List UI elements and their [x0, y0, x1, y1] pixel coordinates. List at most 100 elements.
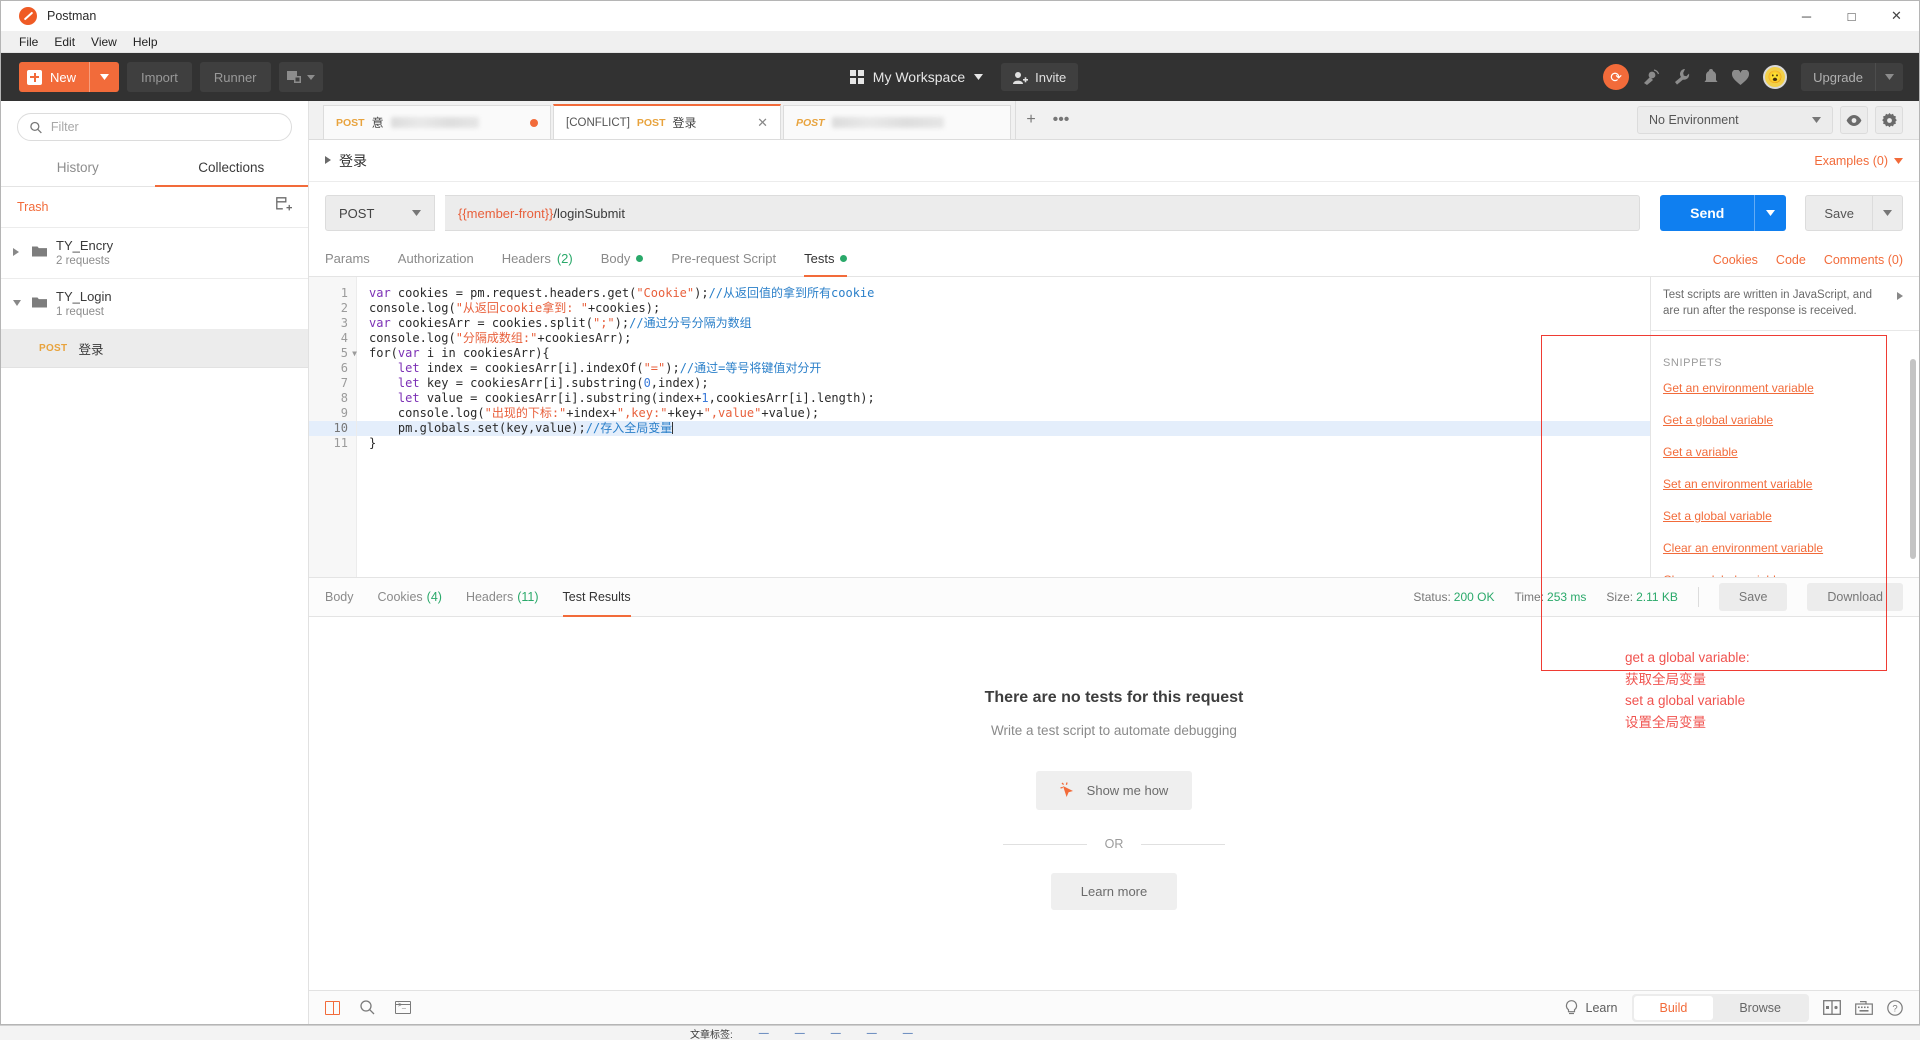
response-tab-headers[interactable]: Headers (11) — [466, 578, 539, 617]
tab-more-button[interactable]: ••• — [1046, 101, 1076, 139]
snippet-clear-an-environment-variable[interactable]: Clear an environment variable — [1663, 541, 1903, 555]
runner-button[interactable]: Runner — [199, 62, 271, 92]
tab-params[interactable]: Params — [325, 243, 370, 277]
snippet-set-a-global-variable[interactable]: Set a global variable — [1663, 509, 1903, 523]
maximize-button[interactable]: □ — [1829, 1, 1874, 31]
response-download-button[interactable]: Download — [1807, 583, 1903, 611]
examples-dropdown[interactable]: Examples (0) — [1814, 154, 1903, 168]
save-button[interactable]: Save — [1805, 195, 1873, 231]
chevron-right-icon[interactable] — [325, 156, 331, 166]
folder-icon — [32, 296, 47, 311]
comments-link[interactable]: Comments (0) — [1824, 253, 1903, 267]
snippets-scrollbar[interactable] — [1910, 359, 1916, 559]
menu-view[interactable]: View — [83, 33, 125, 51]
filter-input[interactable] — [50, 120, 279, 134]
environment-area: No Environment — [1637, 101, 1919, 139]
response-save-button[interactable]: Save — [1718, 583, 1788, 611]
new-button[interactable]: New — [19, 62, 120, 92]
sidebar-tab-history[interactable]: History — [1, 151, 155, 187]
sidebar-toggle-icon[interactable] — [325, 1000, 340, 1015]
green-dot-icon — [636, 255, 644, 262]
show-me-how-button[interactable]: Show me how — [1035, 771, 1193, 810]
menu-file[interactable]: File — [11, 33, 46, 51]
tab-tests[interactable]: Tests — [804, 243, 848, 277]
satellite-icon[interactable] — [1643, 69, 1660, 85]
new-tab-button[interactable]: + — [1016, 101, 1046, 139]
new-window-button[interactable] — [278, 62, 323, 92]
snippet-get-a-variable[interactable]: Get a variable — [1663, 445, 1903, 459]
postman-logo-icon — [19, 7, 37, 25]
close-button[interactable]: ✕ — [1874, 1, 1919, 31]
request-tab-3[interactable]: POST — [783, 105, 1011, 139]
send-button[interactable]: Send — [1660, 195, 1755, 231]
two-pane-icon[interactable] — [1823, 1000, 1841, 1015]
cookies-link[interactable]: Cookies — [1713, 253, 1758, 267]
learn-more-button[interactable]: Learn more — [1050, 873, 1178, 910]
background-cell: — — [758, 1027, 769, 1039]
import-button[interactable]: Import — [127, 62, 192, 92]
avatar[interactable]: 😮 — [1763, 65, 1788, 89]
url-input[interactable]: {{member-front}}/loginSubmit — [445, 195, 1641, 231]
menu-help[interactable]: Help — [125, 33, 166, 51]
sync-icon[interactable]: ⟳ — [1603, 64, 1630, 90]
menu-edit[interactable]: Edit — [46, 33, 83, 51]
plus-icon — [27, 69, 42, 85]
sidebar-tab-collections[interactable]: Collections — [154, 151, 308, 187]
tab-authorization[interactable]: Authorization — [398, 243, 474, 277]
bell-icon[interactable] — [1704, 69, 1718, 85]
help-icon[interactable]: ? — [1887, 999, 1903, 1016]
snippet-clear-a-global-variable[interactable]: Clear a global variable — [1663, 573, 1903, 577]
response-tab-cookies[interactable]: Cookies (4) — [378, 578, 442, 617]
method-select[interactable]: POST — [325, 195, 435, 231]
upgrade-dropdown-caret[interactable] — [1875, 63, 1903, 91]
browse-tab[interactable]: Browse — [1713, 996, 1807, 1020]
chevron-down-icon[interactable] — [13, 299, 23, 308]
snippet-get-an-environment-variable[interactable]: Get an environment variable — [1663, 381, 1903, 395]
tab-headers[interactable]: Headers (2) — [502, 243, 573, 277]
keyboard-icon[interactable] — [1855, 1000, 1873, 1015]
request-tab-1[interactable]: POST 意 — [323, 105, 551, 139]
examples-label: Examples (0) — [1814, 154, 1888, 168]
upgrade-button[interactable]: Upgrade — [1801, 63, 1903, 91]
close-icon[interactable]: ✕ — [757, 115, 768, 131]
save-dropdown-caret[interactable] — [1873, 195, 1903, 231]
tab-body[interactable]: Body — [601, 243, 644, 277]
wrench-icon[interactable] — [1674, 69, 1690, 85]
invite-button[interactable]: Invite — [1001, 63, 1079, 91]
title-bar: Postman ─ □ ✕ — [1, 1, 1919, 31]
collection-item-ty-encry[interactable]: TY_Encry 2 requests — [1, 228, 308, 279]
code-link[interactable]: Code — [1776, 253, 1806, 267]
filter-box[interactable] — [17, 113, 292, 141]
collection-item-ty-login[interactable]: TY_Login 1 request — [1, 279, 308, 330]
chevron-right-icon[interactable] — [13, 247, 23, 258]
response-tab-body[interactable]: Body — [325, 578, 354, 617]
eye-icon[interactable] — [1840, 106, 1868, 134]
tab-pre-request-script[interactable]: Pre-request Script — [671, 243, 776, 277]
or-label: OR — [1104, 837, 1124, 851]
snippet-get-a-global-variable[interactable]: Get a global variable — [1663, 413, 1903, 427]
minimize-button[interactable]: ─ — [1784, 1, 1829, 31]
learn-button[interactable]: Learn — [1565, 999, 1618, 1016]
console-icon[interactable]: >_ — [395, 1001, 411, 1014]
tab-label: Cookies — [377, 589, 423, 604]
chevron-down-icon — [1812, 115, 1821, 125]
gear-icon[interactable] — [1875, 106, 1903, 134]
chevron-right-icon[interactable] — [1897, 290, 1903, 319]
method-value: POST — [339, 205, 375, 221]
response-tab-test-results[interactable]: Test Results — [562, 578, 631, 617]
heart-icon[interactable] — [1732, 69, 1750, 85]
environment-select[interactable]: No Environment — [1637, 106, 1833, 134]
search-icon[interactable] — [360, 1000, 375, 1015]
request-tab-2[interactable]: [CONFLICT] POST 登录 ✕ — [553, 104, 781, 139]
build-tab[interactable]: Build — [1633, 995, 1714, 1020]
trash-row[interactable]: Trash — [1, 187, 308, 228]
sidebar-request-item[interactable]: POST 登录 — [1, 330, 308, 368]
send-dropdown-caret[interactable] — [1754, 195, 1787, 231]
workspace-selector[interactable]: My Workspace — [842, 63, 991, 91]
code-content[interactable]: var cookies = pm.request.headers.get("Co… — [357, 277, 1650, 577]
new-dropdown-caret[interactable] — [89, 62, 119, 92]
trash-label: Trash — [17, 199, 49, 214]
code-editor[interactable]: 1 2 3 4 5 ▼ 6 7 8 9 10 11 var cookies = p… — [309, 277, 1651, 577]
snippet-set-an-environment-variable[interactable]: Set an environment variable — [1663, 477, 1903, 491]
new-collection-icon[interactable] — [276, 197, 292, 216]
